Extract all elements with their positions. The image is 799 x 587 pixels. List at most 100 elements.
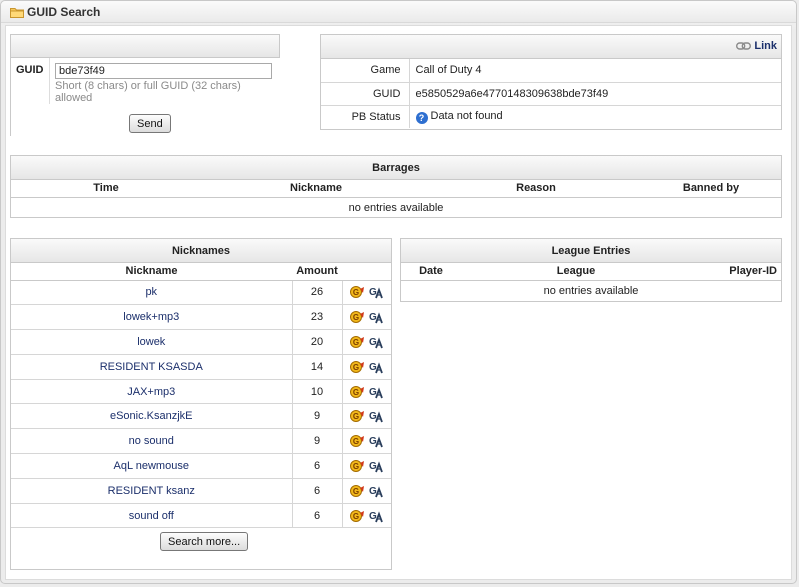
info-value: e5850529a6e4770148309638bde73f49 bbox=[409, 82, 781, 106]
svg-text:G: G bbox=[352, 437, 358, 446]
nickname-amount: 14 bbox=[292, 354, 343, 380]
gamer-profile-icon[interactable]: G bbox=[349, 408, 365, 424]
nickname-link[interactable]: RESIDENT ksanz bbox=[11, 478, 293, 504]
svg-text:G: G bbox=[352, 313, 358, 322]
gamer-profile-icon[interactable]: G bbox=[349, 508, 365, 524]
nickname-actions: GG bbox=[342, 280, 391, 306]
ga-search-icon[interactable]: G bbox=[368, 433, 384, 449]
nickname-amount: 10 bbox=[292, 379, 343, 405]
svg-text:G: G bbox=[352, 512, 358, 521]
nickname-amount: 26 bbox=[292, 280, 343, 306]
gamer-profile-icon[interactable]: G bbox=[349, 483, 365, 499]
nickname-amount: 6 bbox=[292, 478, 343, 504]
svg-text:G: G bbox=[352, 412, 358, 421]
nickname-actions: GG bbox=[342, 428, 391, 455]
nicknames-title: Nicknames bbox=[11, 239, 391, 263]
nickname-row: RESIDENT KSASDA 14 G G bbox=[11, 354, 391, 380]
svg-text:G: G bbox=[352, 338, 358, 347]
column-header: Banned by bbox=[641, 180, 781, 198]
guid-info-table: Game Call of Duty 4 GUID e5850529a6e4770… bbox=[321, 59, 781, 128]
search-more-button[interactable]: Search more... bbox=[160, 532, 249, 551]
column-header: Date bbox=[401, 263, 461, 281]
guid-input[interactable] bbox=[55, 63, 272, 79]
nickname-actions: GG bbox=[342, 354, 391, 380]
guid-hint: Short (8 chars) or full GUID (32 chars) … bbox=[55, 80, 241, 104]
column-header bbox=[342, 263, 391, 281]
svg-text:G: G bbox=[352, 288, 358, 297]
nickname-link[interactable]: AqL newmouse bbox=[11, 453, 293, 479]
gamer-profile-icon[interactable]: G bbox=[349, 334, 365, 350]
ga-search-icon[interactable]: G bbox=[368, 483, 384, 499]
link-label[interactable]: Link bbox=[754, 40, 777, 52]
league-table: Date League Player-ID no entries availab… bbox=[401, 263, 781, 302]
nickname-row: lowek+mp3 23 G G bbox=[11, 304, 391, 331]
ga-search-icon[interactable]: G bbox=[368, 284, 384, 300]
folder-icon bbox=[10, 8, 24, 18]
gamer-profile-icon[interactable]: G bbox=[349, 309, 365, 325]
nickname-row: sound off 6 G G bbox=[11, 503, 391, 529]
nickname-actions: GG bbox=[342, 478, 391, 504]
nickname-amount: 23 bbox=[292, 304, 343, 331]
info-row-pb-status: PB Status ? Data not found bbox=[321, 105, 781, 128]
nickname-link[interactable]: RESIDENT KSASDA bbox=[11, 354, 293, 380]
nickname-amount: 20 bbox=[292, 329, 343, 355]
info-key: PB Status bbox=[321, 105, 410, 128]
column-header: Nickname bbox=[11, 263, 292, 281]
gamer-profile-icon[interactable]: G bbox=[349, 359, 365, 375]
send-button[interactable]: Send bbox=[129, 114, 171, 133]
empty-message: no entries available bbox=[348, 202, 444, 215]
nickname-link[interactable]: lowek bbox=[11, 329, 293, 355]
nickname-actions: GG bbox=[342, 329, 391, 355]
nickname-amount: 6 bbox=[292, 503, 343, 529]
info-value: Call of Duty 4 bbox=[409, 59, 781, 83]
nickname-actions: GG bbox=[342, 503, 391, 529]
nickname-amount: 9 bbox=[292, 428, 343, 455]
ga-search-icon[interactable]: G bbox=[368, 334, 384, 350]
league-entries-panel: League Entries Date League Player-ID no … bbox=[400, 238, 782, 302]
nickname-link[interactable]: no sound bbox=[11, 428, 293, 455]
nickname-link[interactable]: sound off bbox=[11, 503, 293, 529]
column-header: Player-ID bbox=[691, 263, 781, 281]
ga-search-icon[interactable]: G bbox=[368, 408, 384, 424]
svg-text:G: G bbox=[352, 462, 358, 471]
nickname-row: AqL newmouse 6 G G bbox=[11, 453, 391, 479]
window-title: GUID Search bbox=[27, 5, 101, 19]
nickname-actions: GG bbox=[342, 403, 391, 430]
nickname-row: eSonic.KsanzjkE 9 G G bbox=[11, 403, 391, 430]
svg-text:G: G bbox=[352, 487, 358, 496]
guid-form-panel: GUID Short (8 chars) or full GUID (32 ch… bbox=[10, 34, 280, 136]
empty-message: no entries available bbox=[543, 285, 639, 298]
column-header: League bbox=[461, 263, 691, 281]
nickname-link[interactable]: lowek+mp3 bbox=[11, 304, 293, 331]
nickname-amount: 9 bbox=[292, 403, 343, 430]
nickname-link[interactable]: eSonic.KsanzjkE bbox=[11, 403, 293, 430]
nickname-actions: GG bbox=[342, 453, 391, 479]
gamer-profile-icon[interactable]: G bbox=[349, 384, 365, 400]
ga-search-icon[interactable]: G bbox=[368, 508, 384, 524]
barrages-title: Barrages bbox=[11, 156, 781, 180]
guid-search-window: GUID Search GUID Short (8 chars) or full… bbox=[0, 0, 797, 584]
barrages-table: Time Nickname Reason Banned by no entrie… bbox=[11, 180, 781, 219]
gamer-profile-icon[interactable]: G bbox=[349, 284, 365, 300]
nickname-row: lowek 20 G G bbox=[11, 329, 391, 355]
ga-search-icon[interactable]: G bbox=[368, 458, 384, 474]
gamer-profile-icon[interactable]: G bbox=[349, 458, 365, 474]
guid-info-header: Link bbox=[321, 35, 781, 59]
svg-text:G: G bbox=[352, 363, 358, 372]
nickname-link[interactable]: JAX+mp3 bbox=[11, 379, 293, 405]
gamer-profile-icon[interactable]: G bbox=[349, 433, 365, 449]
nickname-link[interactable]: pk bbox=[11, 280, 293, 306]
info-key: GUID bbox=[321, 82, 410, 106]
nicknames-panel: Nicknames Nickname Amount pk 26 G Glowek+mp… bbox=[10, 238, 392, 570]
question-icon: ? bbox=[415, 111, 428, 124]
ga-search-icon[interactable]: G bbox=[368, 384, 384, 400]
guid-info-panel: Link Game Call of Duty 4 GUID e5850529a6… bbox=[320, 34, 782, 130]
nickname-amount: 6 bbox=[292, 453, 343, 479]
ga-search-icon[interactable]: G bbox=[368, 359, 384, 375]
ga-search-icon[interactable]: G bbox=[368, 309, 384, 325]
nickname-actions: GG bbox=[342, 304, 391, 331]
guid-divider bbox=[49, 58, 50, 104]
nicknames-table: Nickname Amount pk 26 G Glowek+mp3 23 G Glowek… bbox=[11, 263, 391, 529]
pb-status-text: Data not found bbox=[430, 109, 503, 122]
link-button[interactable]: Link bbox=[736, 40, 777, 52]
